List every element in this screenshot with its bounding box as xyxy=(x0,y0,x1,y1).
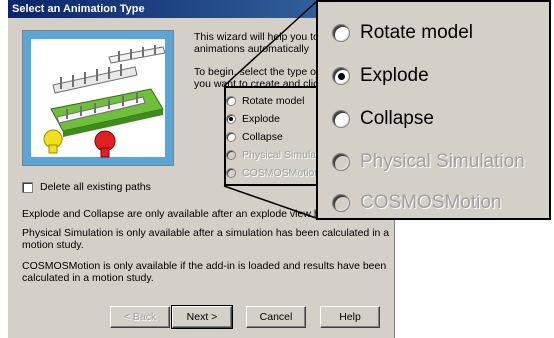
radio-button-disabled-icon xyxy=(332,153,350,171)
checkbox-icon xyxy=(22,181,33,193)
radio-button-icon xyxy=(332,24,350,42)
next-button[interactable]: Next > xyxy=(171,305,233,329)
zoom-radio-collapse: Collapse xyxy=(332,108,434,130)
cancel-button[interactable]: Cancel xyxy=(246,306,306,328)
note-physical-simulation: Physical Simulation is only available af… xyxy=(22,227,390,251)
help-button[interactable]: Help xyxy=(320,306,380,328)
zoom-radio-cosmosmotion: COSMOSMotion xyxy=(332,192,501,214)
checkbox-label: Delete all existing paths xyxy=(40,181,151,193)
zoom-radio-explode: Explode xyxy=(332,65,429,87)
zoom-radio-label: Collapse xyxy=(360,108,434,129)
zoom-radio-label: Rotate model xyxy=(360,22,474,43)
zoom-radio-label: COSMOSMotion xyxy=(360,192,502,213)
zoom-radio-physical-simulation: Physical Simulation xyxy=(332,151,525,173)
zoom-radio-rotate-model: Rotate model xyxy=(332,22,473,44)
button-bar: < Back Next > Cancel Help xyxy=(8,305,394,329)
radio-button-disabled-icon xyxy=(332,194,350,212)
delete-paths-checkbox[interactable]: Delete all existing paths xyxy=(22,181,151,193)
radio-button-selected-icon xyxy=(332,67,350,85)
note-cosmosmotion: COSMOSMotion is only available if the ad… xyxy=(22,260,387,284)
zoom-radio-label: Explode xyxy=(360,65,429,86)
radio-button-icon xyxy=(332,110,350,128)
back-button: < Back xyxy=(110,306,170,328)
magnifier-frame xyxy=(224,86,322,186)
assembly-illustration xyxy=(22,30,174,166)
zoomed-radio-callout: Rotate model Explode Collapse Physical S… xyxy=(316,0,551,220)
zoom-radio-label: Physical Simulation xyxy=(360,151,525,172)
